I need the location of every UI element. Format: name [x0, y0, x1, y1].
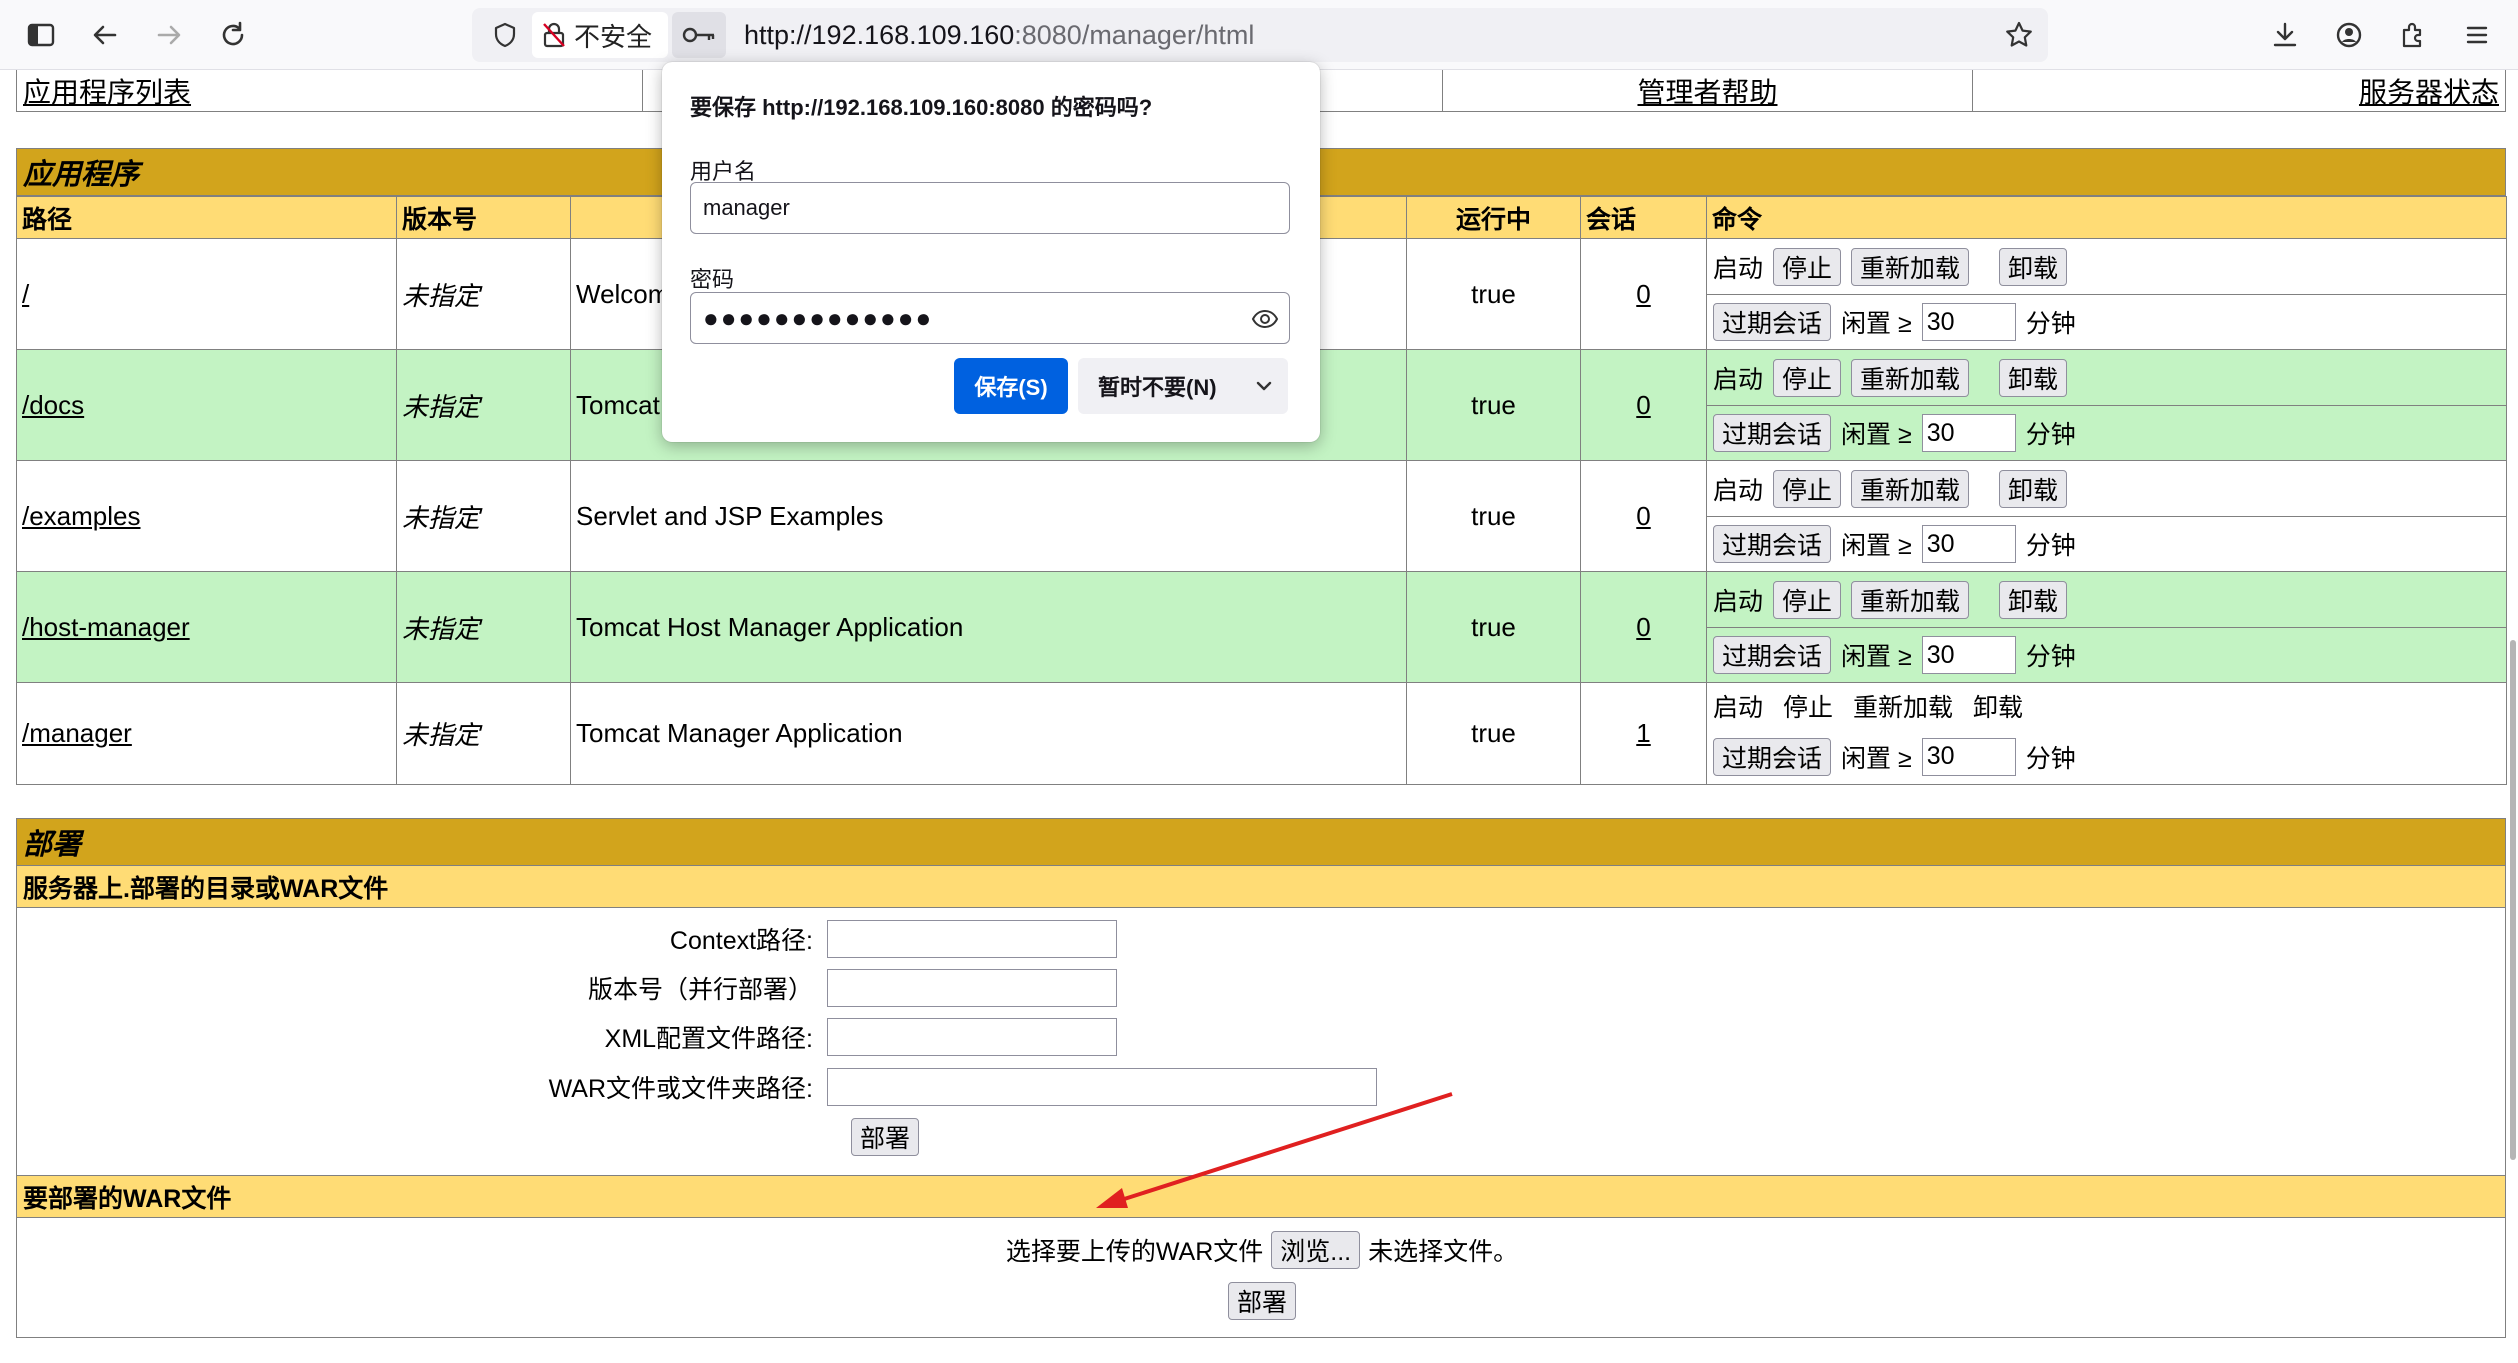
scrollbar-thumb[interactable]	[2510, 640, 2516, 1160]
key-icon[interactable]	[672, 12, 726, 58]
chevron-down-icon[interactable]	[1252, 374, 1276, 398]
account-icon[interactable]	[2326, 12, 2372, 58]
back-icon[interactable]	[82, 12, 128, 58]
save-password-popup: 要保存 http://192.168.109.160:8080 的密码吗? 用户…	[662, 62, 1320, 442]
extensions-icon[interactable]	[2390, 12, 2436, 58]
security-label: 不安全	[574, 21, 653, 52]
menu-icon[interactable]	[2454, 12, 2500, 58]
star-icon[interactable]	[1996, 12, 2042, 58]
url-path: :8080/manager/html	[1014, 20, 1255, 50]
username-input[interactable]: manager	[690, 182, 1290, 234]
password-input[interactable]: ●●●●●●●●●●●●●	[690, 292, 1290, 344]
forward-icon[interactable]	[146, 12, 192, 58]
browser-toolbar: 不安全 http://192.168.109.160:8080/manager/…	[0, 0, 2518, 70]
save-password-button[interactable]: 保存(S)	[954, 358, 1068, 414]
url-text[interactable]: http://192.168.109.160:8080/manager/html	[744, 8, 1254, 62]
eye-icon[interactable]	[1251, 305, 1279, 333]
popup-title: 要保存 http://192.168.109.160:8080 的密码吗?	[690, 95, 1153, 120]
download-icon[interactable]	[2262, 12, 2308, 58]
reload-icon[interactable]	[210, 12, 256, 58]
sidebar-icon[interactable]	[18, 12, 64, 58]
password-label: 密码	[690, 267, 735, 292]
not-now-button[interactable]: 暂时不要(N)	[1078, 358, 1288, 414]
username-value: manager	[703, 195, 790, 220]
url-host: http://192.168.109.160	[744, 20, 1015, 50]
not-now-label: 暂时不要(N)	[1098, 375, 1217, 400]
url-bar[interactable]: 不安全 http://192.168.109.160:8080/manager/…	[472, 8, 2048, 62]
password-value: ●●●●●●●●●●●●●	[703, 302, 934, 333]
page-scrollbar[interactable]	[2508, 70, 2518, 1363]
insecure-indicator[interactable]: 不安全	[532, 12, 668, 58]
insecure-lock-icon	[543, 22, 565, 48]
shield-icon[interactable]	[482, 12, 528, 58]
